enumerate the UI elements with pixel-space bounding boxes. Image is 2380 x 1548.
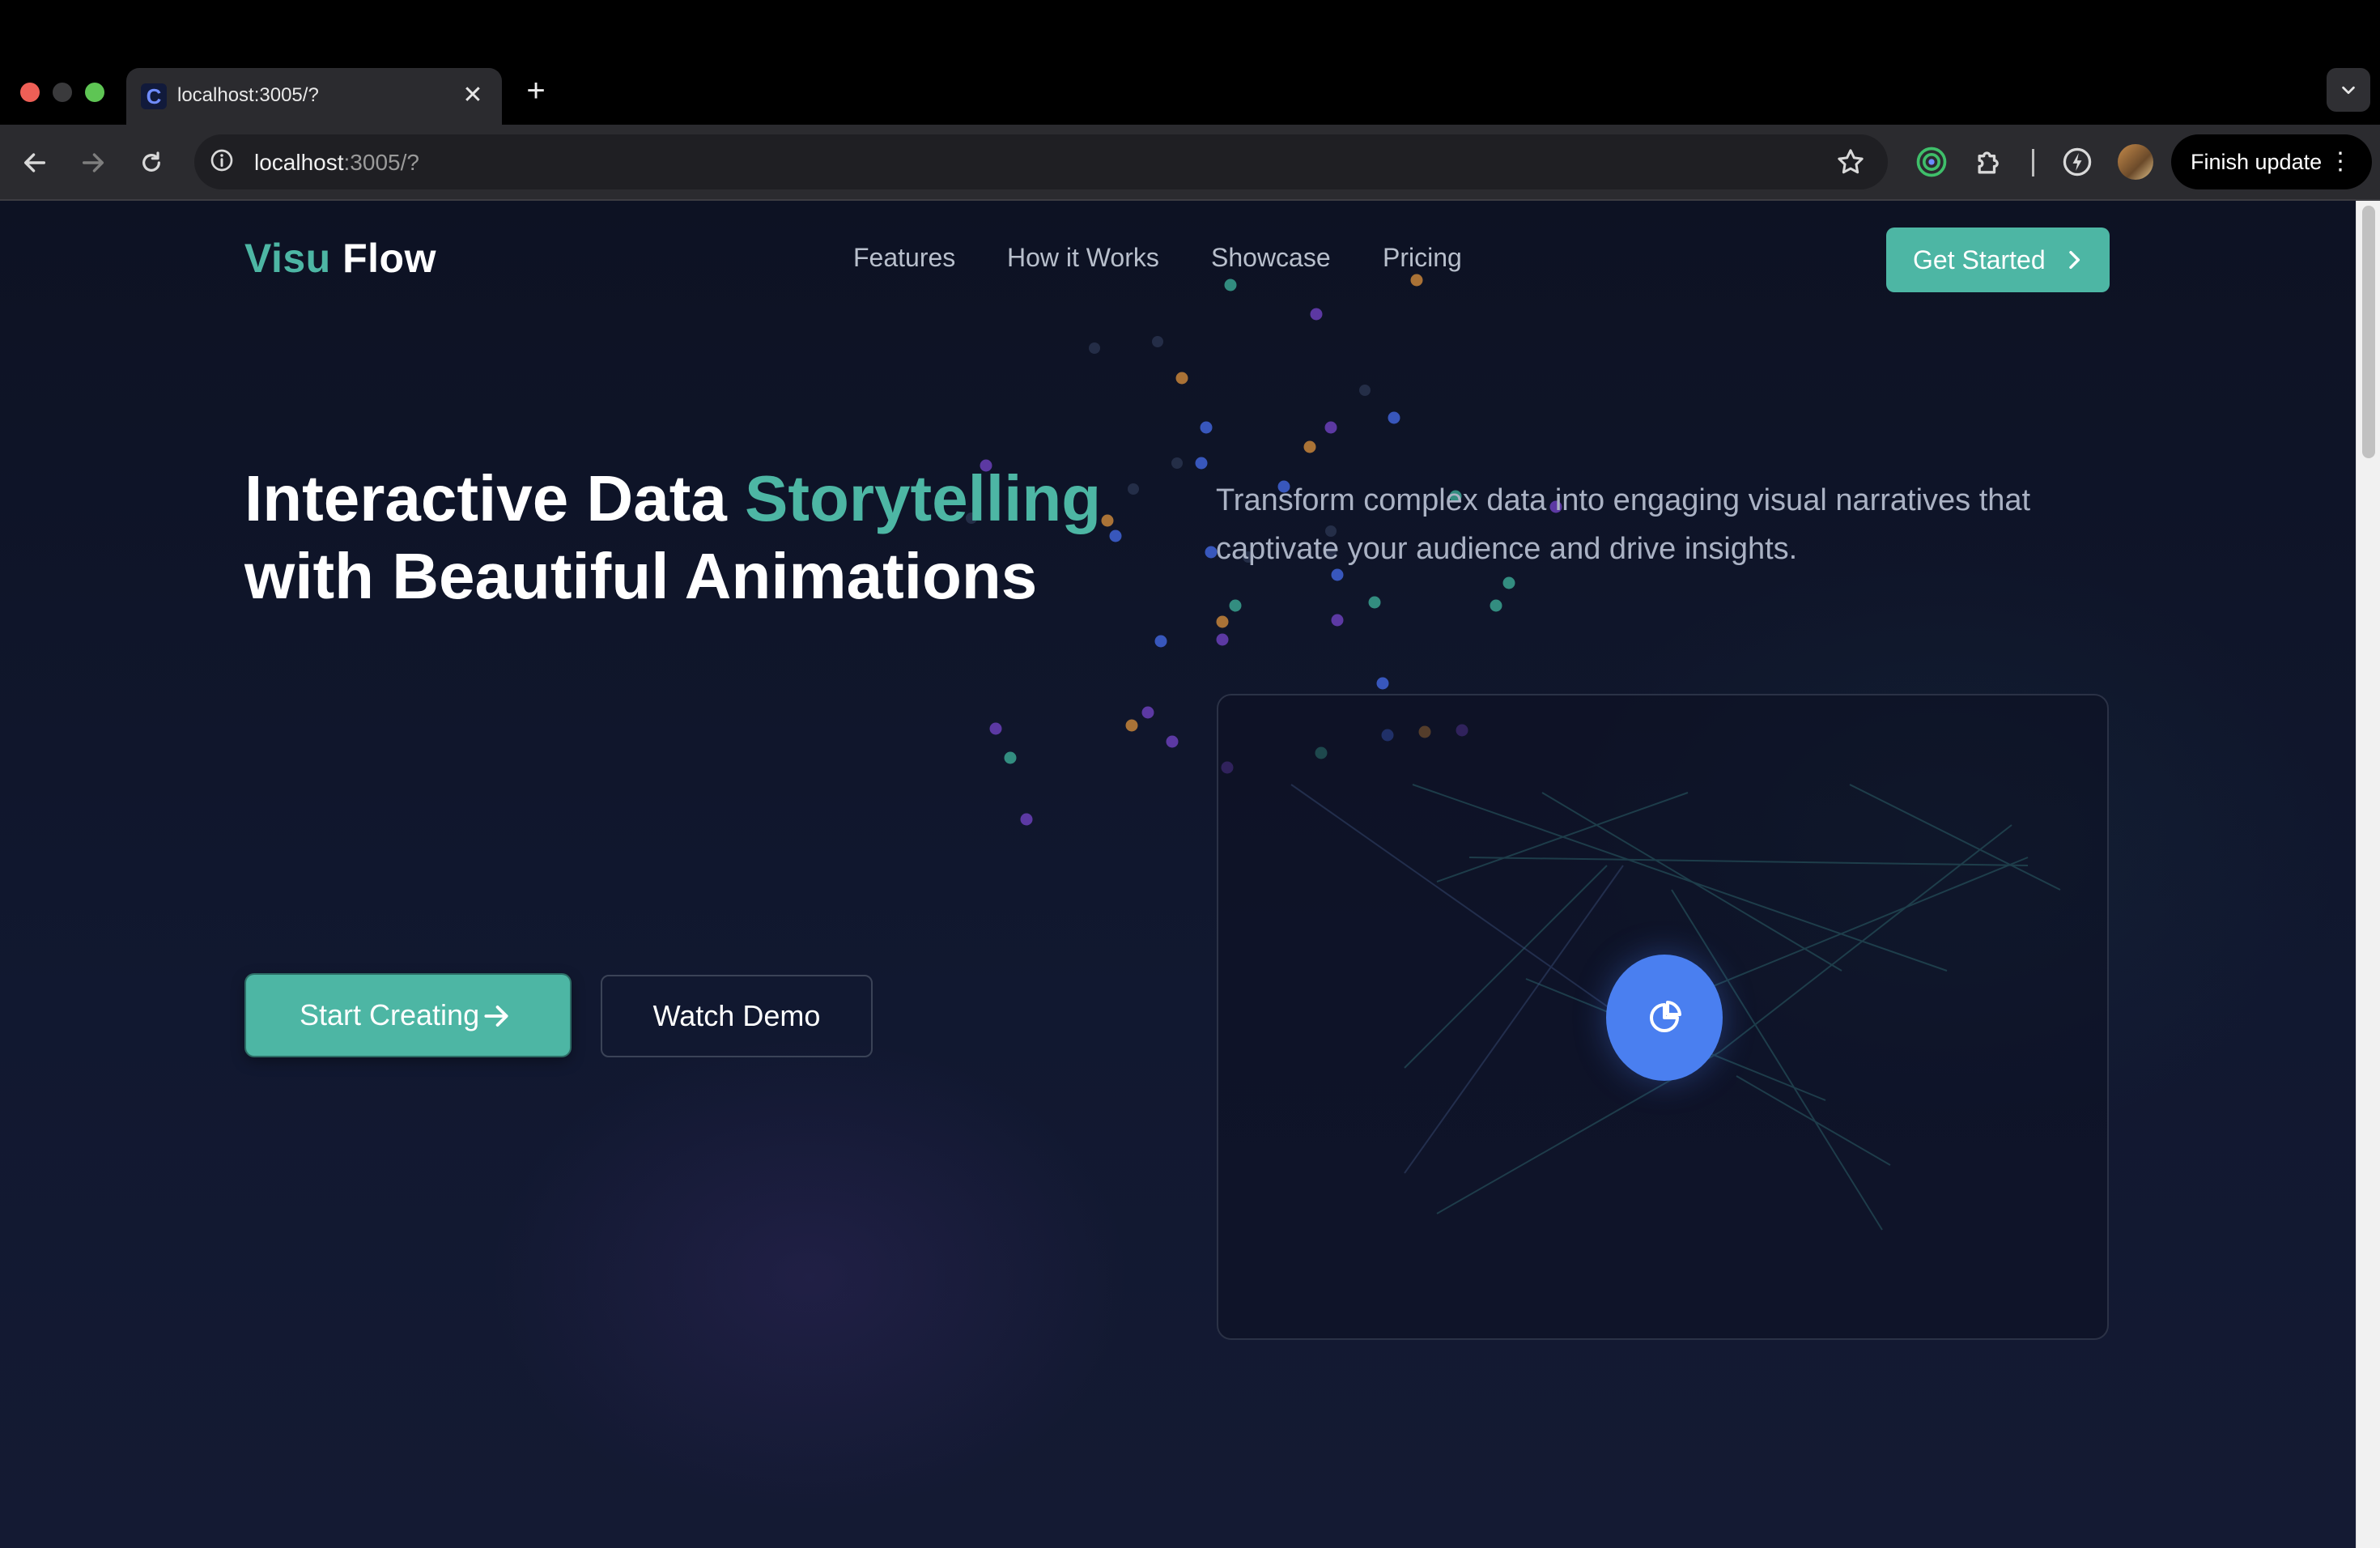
particle-dot: [1200, 421, 1213, 434]
forward-arrow-icon[interactable]: [74, 144, 112, 181]
back-arrow-icon[interactable]: [16, 144, 53, 181]
page-scrollbar[interactable]: [2356, 201, 2380, 1548]
particle-dot: [1388, 411, 1400, 424]
get-started-label: Get Started: [1913, 245, 2046, 274]
address-bar[interactable]: localhost:3005/?: [194, 134, 1888, 189]
tab-search-chevron-icon[interactable]: [2327, 68, 2370, 112]
particle-dot: [989, 722, 1002, 735]
close-window-button[interactable]: [20, 83, 40, 102]
particle-dot: [1310, 308, 1323, 321]
particle-dot: [1376, 677, 1389, 690]
nav-link-pricing[interactable]: Pricing: [1383, 243, 1462, 273]
tab-title: localhost:3005/?: [177, 84, 319, 106]
particle-dot: [1152, 336, 1163, 347]
particle-dot: [1368, 596, 1381, 609]
puzzle-icon[interactable]: [1972, 144, 2008, 180]
scrollbar-thumb[interactable]: [2362, 206, 2375, 458]
pie-chart-icon: [1650, 1001, 1681, 1032]
nav-link-showcase[interactable]: Showcase: [1211, 243, 1331, 273]
url-host: localhost: [254, 150, 344, 175]
particle-dot: [1154, 635, 1167, 648]
maximize-window-button[interactable]: [85, 83, 104, 102]
tab-close-icon[interactable]: ✕: [457, 79, 489, 112]
browser-tab-bar: C localhost:3005/? ✕ +: [0, 0, 2380, 125]
particle-dot: [1303, 440, 1316, 453]
profile-avatar[interactable]: [2118, 144, 2153, 180]
info-icon[interactable]: [209, 147, 235, 173]
start-creating-label: Start Creating: [300, 998, 480, 1031]
logo-part-visu: Visu: [244, 236, 331, 281]
nav-link-how-it-works[interactable]: How it Works: [1007, 243, 1159, 273]
particle-dot: [1502, 576, 1515, 589]
arrow-right-icon: [484, 1006, 508, 1027]
toolbar-divider: [2032, 149, 2034, 176]
page-viewport: Visu Flow Features How it Works Showcase…: [0, 201, 2356, 1548]
particle-dot: [1490, 599, 1502, 612]
headline-accent: Storytelling: [745, 462, 1102, 534]
url-path: :3005/?: [343, 150, 419, 175]
particle-dot: [1125, 719, 1138, 732]
pie-chart-button[interactable]: [1606, 955, 1723, 1081]
visualization-panel: [1217, 694, 2109, 1340]
particle-dot: [1004, 751, 1017, 764]
headline-part-2: with Beautiful Animations: [244, 540, 1038, 612]
headline-part-1: Interactive Data: [244, 462, 746, 534]
reload-icon[interactable]: [133, 144, 170, 181]
finish-update-label: Finish update: [2191, 150, 2323, 174]
minimize-window-button[interactable]: [53, 83, 72, 102]
favicon-icon: C: [141, 83, 167, 109]
particle-dot: [1166, 735, 1179, 748]
particle-dot: [1141, 706, 1154, 719]
particle-dot: [1229, 599, 1242, 612]
hero-headline: Interactive Data Storytelling with Beaut…: [244, 460, 1216, 615]
watch-demo-button[interactable]: Watch Demo: [601, 975, 873, 1057]
browser-toolbar: localhost:3005/? Finish update ⋮: [0, 125, 2380, 201]
extension-target-icon[interactable]: [1914, 144, 1949, 180]
new-tab-plus-icon[interactable]: +: [520, 71, 552, 110]
lightning-icon[interactable]: [2059, 144, 2095, 180]
start-creating-button[interactable]: Start Creating: [246, 975, 570, 1056]
get-started-button[interactable]: Get Started: [1886, 228, 2110, 292]
finish-update-button[interactable]: Finish update ⋮: [2171, 134, 2372, 189]
more-vertical-icon[interactable]: ⋮: [2328, 134, 2352, 189]
particle-dot: [1089, 342, 1100, 354]
particle-dot: [1216, 615, 1229, 628]
particle-dot: [1331, 614, 1344, 627]
particle-dot: [1175, 372, 1188, 385]
particle-dot: [1224, 279, 1237, 291]
particle-dot: [1324, 421, 1337, 434]
browser-tab[interactable]: C localhost:3005/? ✕: [126, 68, 502, 125]
particle-dot: [1216, 633, 1229, 646]
logo[interactable]: Visu Flow: [244, 235, 436, 282]
hero-subtext: Transform complex data into engaging vis…: [1216, 483, 2031, 566]
logo-part-flow: Flow: [342, 236, 436, 281]
particle-dot: [1410, 274, 1423, 287]
particle-dot: [1359, 385, 1371, 396]
nav-link-features[interactable]: Features: [853, 243, 955, 273]
star-icon[interactable]: [1834, 146, 1867, 178]
url-text: localhost:3005/?: [254, 150, 419, 176]
chevron-right-icon: [2069, 250, 2080, 270]
particle-dot: [1020, 813, 1033, 826]
